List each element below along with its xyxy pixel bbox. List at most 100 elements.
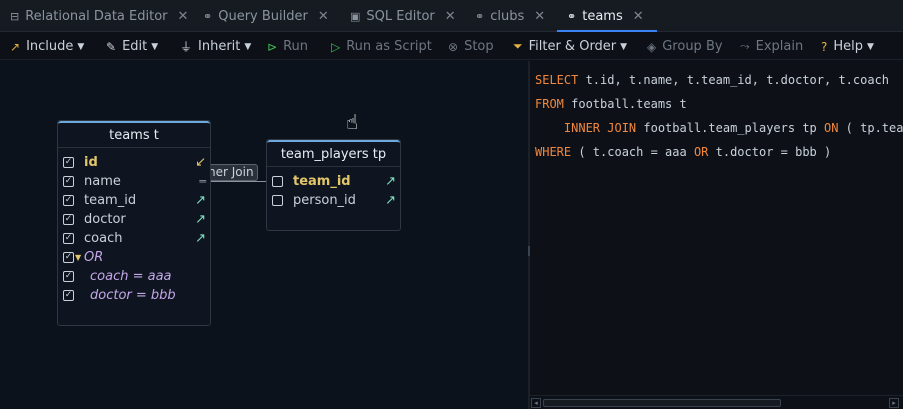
filter-order-label: Filter & Order [528,39,617,54]
column-row-team-id[interactable]: ✓ team_id ↗ [58,191,210,210]
checkbox-icon[interactable]: ✓ [63,157,74,168]
column-label: doctor [84,212,126,227]
tab-clubs[interactable]: ⚭ clubs ✕ [475,0,545,32]
entity-title[interactable]: team_players tp [267,140,400,167]
help-button[interactable]: ? Help ▼ [821,33,874,60]
checkbox-icon[interactable]: ✓ [63,195,74,206]
play-icon: ▷ [331,39,341,54]
column-row-name[interactable]: ✓ name ═ [58,172,210,191]
checkbox-icon[interactable]: ✓ [63,271,74,282]
hand-cursor-icon: ☝ [346,110,359,134]
horizontal-scrollbar[interactable]: ◂ ▸ [530,395,903,409]
checkbox-icon[interactable]: ✓ [63,252,74,263]
join-label[interactable]: ner Join [204,164,258,181]
run-as-script-button[interactable]: ▷ Run as Script [331,33,432,60]
close-icon[interactable]: ✕ [318,9,329,24]
tab-bar: ⊟ Relational Data Editor ✕ ⚭ Query Build… [0,0,903,32]
arrow-up-right-icon: ↗ [195,231,206,246]
join-connector-line[interactable] [210,181,267,182]
condition-row-coach[interactable]: ✓ coach = aaa [58,267,210,286]
terminal-icon: ▣ [350,9,361,23]
chevron-down-icon: ▼ [244,41,252,52]
column-label: coach [84,231,123,246]
toolbar: ↗ Include ▼ ✎ Edit ▼ ⏚ Inherit ▼ ⊳ Run ▷… [0,33,903,60]
close-icon[interactable]: ✕ [178,9,189,24]
edit-button[interactable]: ✎ Edit ▼ [106,33,158,60]
sql-keyword: WHERE [535,145,572,159]
chevron-down-icon: ▼ [620,41,628,52]
column-label: name [84,174,121,189]
checkbox-icon[interactable]: ✓ [63,290,74,301]
arrow-up-right-icon: ↗ [385,193,396,208]
column-label: team_id [84,193,137,208]
checkbox-icon[interactable] [272,176,283,187]
table-search-icon: ⊟ [10,9,20,23]
column-row-doctor[interactable]: ✓ doctor ↗ [58,210,210,229]
column-row-team-id[interactable]: team_id ↗ [267,172,400,191]
condition-row-doctor[interactable]: ✓ doctor = bbb [58,286,210,305]
group-by-label: Group By [662,39,723,54]
arrow-up-right-icon: ↗ [385,174,396,189]
sql-text: ( tp.team_id [845,121,903,135]
tab-teams[interactable]: ⚭ teams ✕ [567,0,644,32]
group-by-button[interactable]: ◈ Group By [647,33,723,60]
sql-text: football.teams t [563,97,687,111]
close-icon[interactable]: ✕ [445,9,456,24]
arrow-up-right-icon: ↗ [195,193,206,208]
sql-keyword: INNER JOIN [563,121,637,135]
inherit-label: Inherit [198,39,241,54]
run-button[interactable]: ⊳ Run [267,33,308,60]
chevron-down-icon: ▼ [77,41,85,52]
filter-order-button[interactable]: ⏷ Filter & Order ▼ [513,33,627,60]
tab-query-builder[interactable]: ⚭ Query Builder ✕ [203,0,329,32]
plug-icon: ⏚ [180,40,193,54]
link-handle-icon: ═ [199,175,206,188]
scroll-right-icon[interactable]: ▸ [889,398,899,408]
active-tab-indicator [557,30,657,32]
stop-button[interactable]: ⊗ Stop [448,33,494,60]
play-circle-icon: ⊳ [267,39,278,54]
link-icon: ⚭ [475,9,485,23]
pencil-icon: ✎ [106,39,117,54]
column-label: team_id [293,174,351,189]
scroll-left-icon[interactable]: ◂ [531,398,541,408]
run-as-script-label: Run as Script [346,39,432,54]
column-row-coach[interactable]: ✓ coach ↗ [58,229,210,248]
chevron-down-icon: ▼ [151,41,159,52]
tab-sql-editor[interactable]: ▣ SQL Editor ✕ [350,0,456,32]
stop-label: Stop [464,39,494,54]
tab-label: SQL Editor [366,8,435,24]
close-icon[interactable]: ✕ [633,9,644,24]
scrollbar-thumb[interactable] [543,399,781,407]
checkbox-icon[interactable] [272,195,283,206]
include-button[interactable]: ↗ Include ▼ [10,33,84,60]
help-icon: ? [821,39,828,54]
sql-keyword: ON [824,121,839,135]
entity-team-players[interactable]: team_players tp team_id ↗ person_id ↗ [266,139,401,231]
condition-group-or[interactable]: ✓ ▼ OR [58,248,210,267]
column-row-person-id[interactable]: person_id ↗ [267,191,400,210]
checkbox-icon[interactable]: ✓ [63,176,74,187]
condition-label: coach = aaa [90,269,172,284]
column-row-id[interactable]: ✓ id ↙ [58,153,210,172]
entity-teams[interactable]: teams t ✓ id ↙ ✓ name ═ ✓ team_id ↗ ✓ do… [57,120,211,326]
stop-icon: ⊗ [448,39,459,54]
sql-editor[interactable]: SELECT t.id, t.name, t.team_id, t.doctor… [530,61,903,395]
entity-title[interactable]: teams t [58,121,210,148]
close-icon[interactable]: ✕ [534,9,545,24]
sql-keyword: OR [693,145,709,159]
checkbox-icon[interactable]: ✓ [63,233,74,244]
chevron-down-icon: ▼ [867,41,874,52]
sql-line: INNER JOIN football.team_players tp ON (… [535,121,903,135]
tab-relational-data-editor[interactable]: ⊟ Relational Data Editor ✕ [10,0,188,32]
tab-label: Relational Data Editor [25,8,168,24]
explain-button[interactable]: ⤳ Explain [740,33,803,60]
arrow-up-right-icon: ↗ [10,39,21,54]
branch-icon: ⤳ [740,39,750,53]
caret-down-icon: ▼ [75,253,82,262]
checkbox-icon[interactable]: ✓ [63,214,74,225]
sql-keyword: SELECT [535,73,579,87]
sql-text: football.team_players tp [636,121,824,135]
sql-line: WHERE ( t.coach = aaa OR t.doctor = bbb … [535,145,831,159]
inherit-button[interactable]: ⏚ Inherit ▼ [180,33,251,60]
